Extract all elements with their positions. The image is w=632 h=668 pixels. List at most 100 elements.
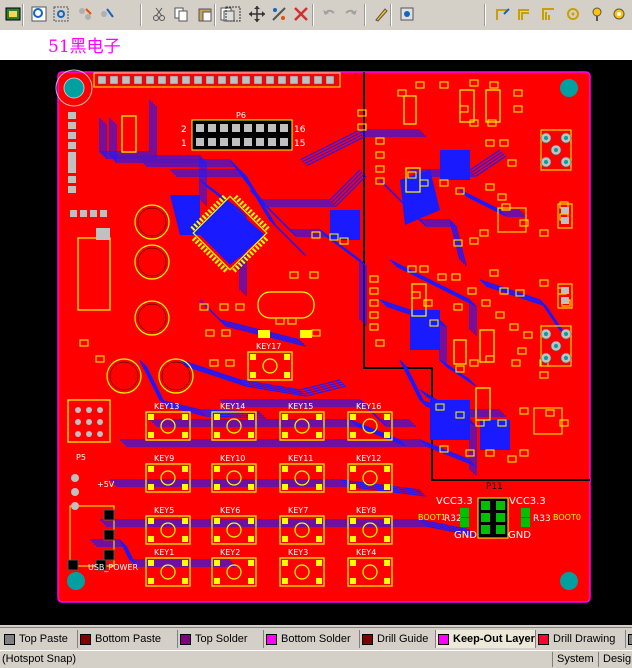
header-pin <box>169 75 179 85</box>
p6-pin1-label: 1 <box>181 139 187 149</box>
key3-label: KEY3 <box>288 548 308 557</box>
layer-tab-label: Bottom Paste <box>95 633 162 645</box>
status-system-panel[interactable]: System <box>552 652 594 667</box>
key7-label: KEY7 <box>288 506 308 515</box>
select-area-icon[interactable] <box>224 5 242 23</box>
header-pin <box>265 75 275 85</box>
key-pad <box>282 518 288 524</box>
key10-label: KEY10 <box>220 454 245 463</box>
layer-tab-label: Bottom Solder <box>281 633 351 645</box>
r33-pad <box>521 508 530 517</box>
usb-pad <box>103 529 115 541</box>
header-pin <box>241 75 251 85</box>
highlight-icon[interactable] <box>372 5 390 23</box>
switch-pin <box>97 407 103 413</box>
zoom-area-icon[interactable] <box>52 5 70 23</box>
key14-label: KEY14 <box>220 402 245 411</box>
p11-label: P11 <box>486 482 503 492</box>
key-pad <box>182 536 188 542</box>
p6-pin <box>208 124 216 132</box>
arc-icon[interactable] <box>564 5 582 23</box>
via-icon[interactable] <box>588 5 606 23</box>
layer-tab-keep-out-layer[interactable]: Keep-Out Layer <box>436 630 536 648</box>
key16-label: KEY16 <box>356 402 381 411</box>
r33-label: R33 <box>533 514 551 524</box>
layer-tab-top-paste[interactable]: Top Paste <box>2 630 78 648</box>
layer-tab-top-solder[interactable]: Top Solder <box>178 630 264 648</box>
p6-pin <box>244 138 252 146</box>
board-icon[interactable] <box>4 5 22 23</box>
key-pad <box>350 536 356 542</box>
key-pad <box>148 414 154 420</box>
key9-label: KEY9 <box>154 454 174 463</box>
key-pad <box>250 372 256 378</box>
connector-hole <box>554 148 558 152</box>
layer-tab-bottom-paste[interactable]: Bottom Paste <box>78 630 178 648</box>
redo-icon[interactable] <box>342 5 360 23</box>
switch-pin <box>75 407 81 413</box>
cross-probe-icon[interactable] <box>270 5 288 23</box>
bottom-copper-area <box>440 150 470 180</box>
layer-tab-label: Drill Drawing <box>553 633 616 645</box>
key15-label: KEY15 <box>288 402 313 411</box>
layer-color-swatch <box>628 633 632 645</box>
capacitor-body <box>137 207 167 237</box>
layer-tab-drill-drawing[interactable]: Drill Drawing <box>536 630 626 648</box>
pcb-canvas[interactable]: KEY17 KEY13 KEY14 KEY15 KEY16 KEY9 KEY10 KEY11 K… <box>0 60 632 625</box>
capacitor-body <box>161 361 191 391</box>
p6-pin <box>256 124 264 132</box>
toolbar-separator <box>484 4 486 26</box>
p5-pin <box>71 474 79 482</box>
vcc-left-label: VCC3.3 <box>436 496 473 507</box>
layer-tab-bottom-solder[interactable]: Bottom Solder <box>264 630 360 648</box>
key-pad <box>350 484 356 490</box>
status-design-panel[interactable]: Desig <box>598 652 632 667</box>
header-pin <box>289 75 299 85</box>
cut-icon[interactable] <box>150 5 168 23</box>
clear-icon[interactable] <box>292 5 310 23</box>
layer-color-swatch <box>438 633 449 645</box>
p6-pin2-label: 2 <box>181 125 187 135</box>
key-pad <box>214 560 220 566</box>
zoom-fit-icon[interactable] <box>30 5 48 23</box>
connector-hole <box>564 136 568 140</box>
status-text: (Hotspot Snap) <box>2 653 76 665</box>
p6-pin <box>268 124 276 132</box>
key-pad <box>248 536 254 542</box>
pad-icon[interactable] <box>610 5 628 23</box>
p6-pin16-label: 16 <box>294 125 306 135</box>
capacitor-body <box>109 361 139 391</box>
inspect-icon[interactable] <box>398 5 416 23</box>
connector-hole <box>564 160 568 164</box>
layer-color-swatch <box>80 633 91 645</box>
layer-tab-m[interactable]: M <box>626 630 632 648</box>
copy-icon[interactable] <box>172 5 190 23</box>
deselect-icon[interactable] <box>98 5 116 23</box>
key-pad <box>248 578 254 584</box>
paste-icon[interactable] <box>196 5 214 23</box>
undo-icon[interactable] <box>320 5 338 23</box>
gnd-left-label: GND <box>454 530 477 541</box>
layer-color-swatch <box>4 633 15 645</box>
select-icon[interactable] <box>76 5 94 23</box>
p5-pin <box>71 502 79 510</box>
p6-pin <box>280 124 288 132</box>
layer-tab-drill-guide[interactable]: Drill Guide <box>360 630 436 648</box>
mounting-hole-top-left <box>63 77 85 99</box>
key-pad <box>148 536 154 542</box>
key-pad <box>148 578 154 584</box>
move-icon[interactable] <box>248 5 266 23</box>
key-pad <box>350 560 356 566</box>
key-pad <box>214 536 220 542</box>
switch-pin <box>86 431 92 437</box>
interactive-route-icon[interactable] <box>494 5 512 23</box>
status-bar: (Hotspot Snap) System Desig <box>0 650 632 668</box>
key-pad <box>182 432 188 438</box>
toolbar-separator <box>364 4 366 26</box>
pcb-board[interactable]: KEY17KEY13 KEY14 KEY15 KEY16KEY9 KEY10 KEY11 K… <box>0 60 632 625</box>
crystal-pad <box>300 330 312 338</box>
p6-header-body <box>191 119 293 151</box>
diff-pair-route-icon[interactable] <box>516 5 534 23</box>
multi-route-icon[interactable] <box>540 5 558 23</box>
p6-pin15-label: 15 <box>294 139 305 149</box>
